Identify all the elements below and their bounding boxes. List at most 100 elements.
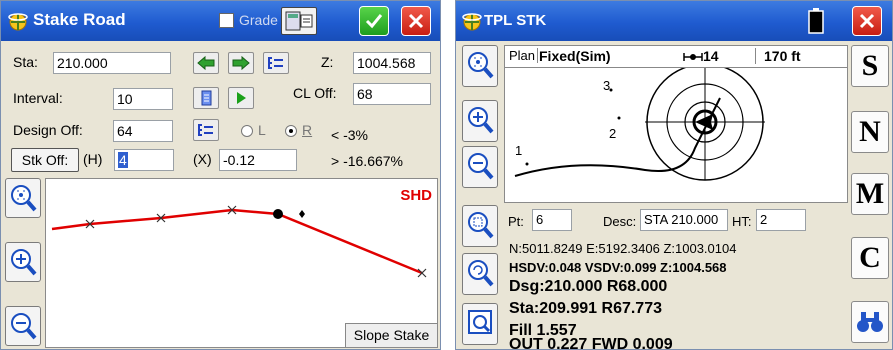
arrow-right-icon xyxy=(232,55,250,71)
point-3-label: 3 xyxy=(603,78,611,93)
zoom-in-button[interactable] xyxy=(5,242,41,282)
app-logo-icon xyxy=(8,13,28,31)
plan-status-bar: Plan Fixed(Sim) 14 170 ft xyxy=(505,46,847,68)
window-title: TPL STK xyxy=(484,12,547,29)
station-previous-button[interactable] xyxy=(193,52,219,74)
station-label: Sta: xyxy=(13,54,38,70)
zoom-previous-icon xyxy=(468,260,494,287)
catch-point-marker xyxy=(299,210,305,218)
stake-offset-label: Stk Off: xyxy=(21,152,69,168)
arrow-left-icon xyxy=(197,55,215,71)
zoom-out-icon xyxy=(11,313,37,340)
stake-mode-button[interactable]: S xyxy=(851,45,889,87)
height-input[interactable]: 2 xyxy=(756,209,806,231)
grade-checkbox[interactable] xyxy=(219,13,234,28)
play-button[interactable] xyxy=(228,87,254,109)
list-icon xyxy=(198,124,213,136)
station-list-button[interactable] xyxy=(263,52,289,74)
app-logo-icon xyxy=(462,13,482,31)
precision-readout: HSDV:0.048 VSDV:0.099 Z:1004.568 xyxy=(509,260,727,275)
h-value-input[interactable]: 4 xyxy=(114,149,174,171)
design-readout: Dsg:210.000 R68.000 xyxy=(509,278,668,295)
zoom-extents-button[interactable] xyxy=(462,45,498,87)
zoom-window-icon xyxy=(468,212,494,239)
zoom-in-button[interactable] xyxy=(462,100,498,142)
point-1-label: 1 xyxy=(515,143,523,158)
current-position-marker xyxy=(273,209,283,219)
map-button[interactable]: M xyxy=(851,173,889,215)
satellite-count: 14 xyxy=(703,48,719,64)
left-slope-text: < -3% xyxy=(331,127,368,143)
zoom-out-button[interactable] xyxy=(462,146,498,188)
radio-left-label: L xyxy=(258,122,266,138)
direction-arrow xyxy=(695,114,713,130)
interval-calc-button[interactable] xyxy=(193,87,219,109)
station-readout: Sta:209.991 R67.773 xyxy=(509,300,662,317)
zoom-in-icon xyxy=(468,107,494,134)
station-next-button[interactable] xyxy=(228,52,254,74)
description-label: Desc: xyxy=(603,214,637,229)
plan-view[interactable]: Plan Fixed(Sim) 14 170 ft 3 2 1 xyxy=(504,45,848,203)
binoculars-icon xyxy=(857,312,883,332)
offset-readout: OUT 0.227 FWD 0.009 xyxy=(509,336,673,350)
window-title: Stake Road xyxy=(33,10,126,29)
radio-left[interactable] xyxy=(241,125,253,137)
h-value-selection: 4 xyxy=(118,152,128,168)
design-offset-list-button[interactable] xyxy=(193,119,219,141)
config-button[interactable]: C xyxy=(851,237,889,279)
stake-road-window: Stake Road Grade Sta: 210.000 Z: 1004.56… xyxy=(0,0,441,350)
slope-stake-label: Slope Stake xyxy=(353,327,430,343)
gps-status: Fixed(Sim) xyxy=(539,48,611,64)
x-value-input[interactable]: -0.12 xyxy=(219,149,297,171)
design-surface-line xyxy=(51,208,423,275)
point-2-marker xyxy=(617,116,621,120)
zoom-out-button[interactable] xyxy=(5,306,41,346)
point-2-label: 2 xyxy=(609,126,617,141)
zoom-in-icon xyxy=(11,249,37,276)
cross-section-view[interactable]: SHD Slope Stake xyxy=(45,178,438,348)
calculator-icon xyxy=(201,90,212,106)
close-icon xyxy=(859,13,875,29)
zoom-out-icon xyxy=(468,153,494,180)
close-button[interactable] xyxy=(401,6,431,36)
interval-input[interactable]: 10 xyxy=(113,88,173,110)
design-offset-input[interactable]: 64 xyxy=(113,120,173,142)
h-label: (H) xyxy=(83,151,103,167)
station-input[interactable]: 210.000 xyxy=(53,52,171,74)
zoom-extents-icon xyxy=(468,52,494,79)
zoom-previous-button[interactable] xyxy=(462,253,498,295)
description-input[interactable]: STA 210.000 xyxy=(640,209,728,231)
slope-stake-button[interactable]: Slope Stake xyxy=(345,323,437,347)
pan-icon xyxy=(468,310,492,334)
point-number-input[interactable]: 6 xyxy=(532,209,572,231)
north-up-button[interactable]: N xyxy=(851,111,889,153)
pan-button[interactable] xyxy=(462,303,498,345)
plan-drawing xyxy=(514,68,765,181)
interval-label: Interval: xyxy=(13,90,63,106)
calculator-icon xyxy=(285,11,313,31)
zoom-extents-button[interactable] xyxy=(5,178,41,218)
zoom-extents-icon xyxy=(11,185,37,212)
z-elevation-input[interactable]: 1004.568 xyxy=(353,52,431,74)
binoculars-button[interactable] xyxy=(851,301,889,343)
z-label: Z: xyxy=(321,54,334,70)
right-slope-text: > -16.667% xyxy=(331,153,403,169)
zoom-window-button[interactable] xyxy=(462,205,498,247)
ok-button[interactable] xyxy=(359,6,389,36)
title-bar: Stake Road Grade xyxy=(1,1,440,41)
cl-offset-input[interactable]: 68 xyxy=(353,83,431,105)
tpl-stake-window: TPL STK Plan Fixed(Sim) 14 170 ft 3 2 1 … xyxy=(455,0,893,350)
radio-right-label: R xyxy=(302,122,313,138)
stake-offset-button[interactable]: Stk Off: xyxy=(11,148,79,172)
design-offset-label: Design Off: xyxy=(13,122,83,138)
grade-calc-button[interactable] xyxy=(281,7,317,35)
distance-readout: 170 ft xyxy=(755,48,801,64)
close-button[interactable] xyxy=(852,6,882,36)
title-bar: TPL STK xyxy=(456,1,892,41)
list-icon xyxy=(268,57,283,69)
plan-mode-button[interactable]: Plan xyxy=(509,48,539,63)
play-icon xyxy=(237,92,246,104)
grade-label: Grade xyxy=(239,12,278,28)
height-label: HT: xyxy=(732,214,752,229)
radio-right[interactable] xyxy=(285,125,297,137)
